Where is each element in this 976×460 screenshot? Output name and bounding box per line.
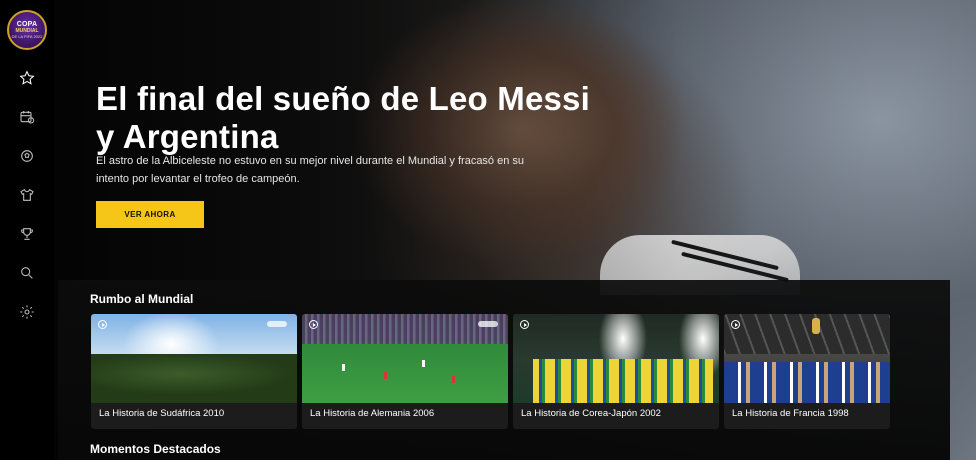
shirt-icon[interactable]	[16, 184, 38, 206]
video-card-sudafrica-2010[interactable]: La Historia de Sudáfrica 2010	[91, 314, 297, 429]
play-icon	[98, 320, 107, 329]
star-icon[interactable]	[16, 67, 38, 89]
brand-logo-icon	[267, 321, 287, 327]
video-card-label: La Historia de Corea-Japón 2002	[521, 408, 661, 419]
settings-icon[interactable]	[16, 301, 38, 323]
trophy-icon[interactable]	[16, 223, 38, 245]
play-icon	[731, 320, 740, 329]
search-icon[interactable]	[16, 262, 38, 284]
video-card-label: La Historia de Alemania 2006	[310, 408, 435, 419]
video-card-label: La Historia de Sudáfrica 2010	[99, 408, 225, 419]
video-card-alemania-2006[interactable]: La Historia de Alemania 2006	[302, 314, 508, 429]
sidebar: COPA MUNDIAL DE LA FIFA 2022	[0, 0, 54, 460]
brand-logo-icon	[478, 321, 498, 327]
section-title-rumbo-al-mundial: Rumbo al Mundial	[90, 292, 194, 306]
video-thumbnail	[91, 314, 297, 403]
video-thumbnail	[513, 314, 719, 403]
world-cup-logo[interactable]: COPA MUNDIAL DE LA FIFA 2022	[7, 10, 47, 50]
ball-icon[interactable]	[16, 145, 38, 167]
watch-now-button[interactable]: VER AHORA	[96, 201, 204, 228]
video-card-label: La Historia de Francia 1998	[732, 408, 849, 419]
play-icon	[309, 320, 318, 329]
video-card-corea-japon-2002[interactable]: La Historia de Corea-Japón 2002	[513, 314, 719, 429]
hero-title-line-1: El final del sueño de Leo Messi	[96, 80, 590, 117]
play-icon	[520, 320, 529, 329]
video-thumbnail	[302, 314, 508, 403]
video-thumbnail	[724, 314, 890, 403]
calendar-icon[interactable]	[16, 106, 38, 128]
video-card-francia-1998[interactable]: La Historia de Francia 1998	[724, 314, 890, 429]
hero-title: El final del sueño de Leo Messi y Argent…	[96, 80, 656, 156]
hero-title-line-2: y Argentina	[96, 118, 279, 155]
section-title-momentos-destacados: Momentos Destacados	[90, 442, 221, 456]
hero-description: El astro de la Albiceleste no estuvo en …	[96, 155, 525, 185]
